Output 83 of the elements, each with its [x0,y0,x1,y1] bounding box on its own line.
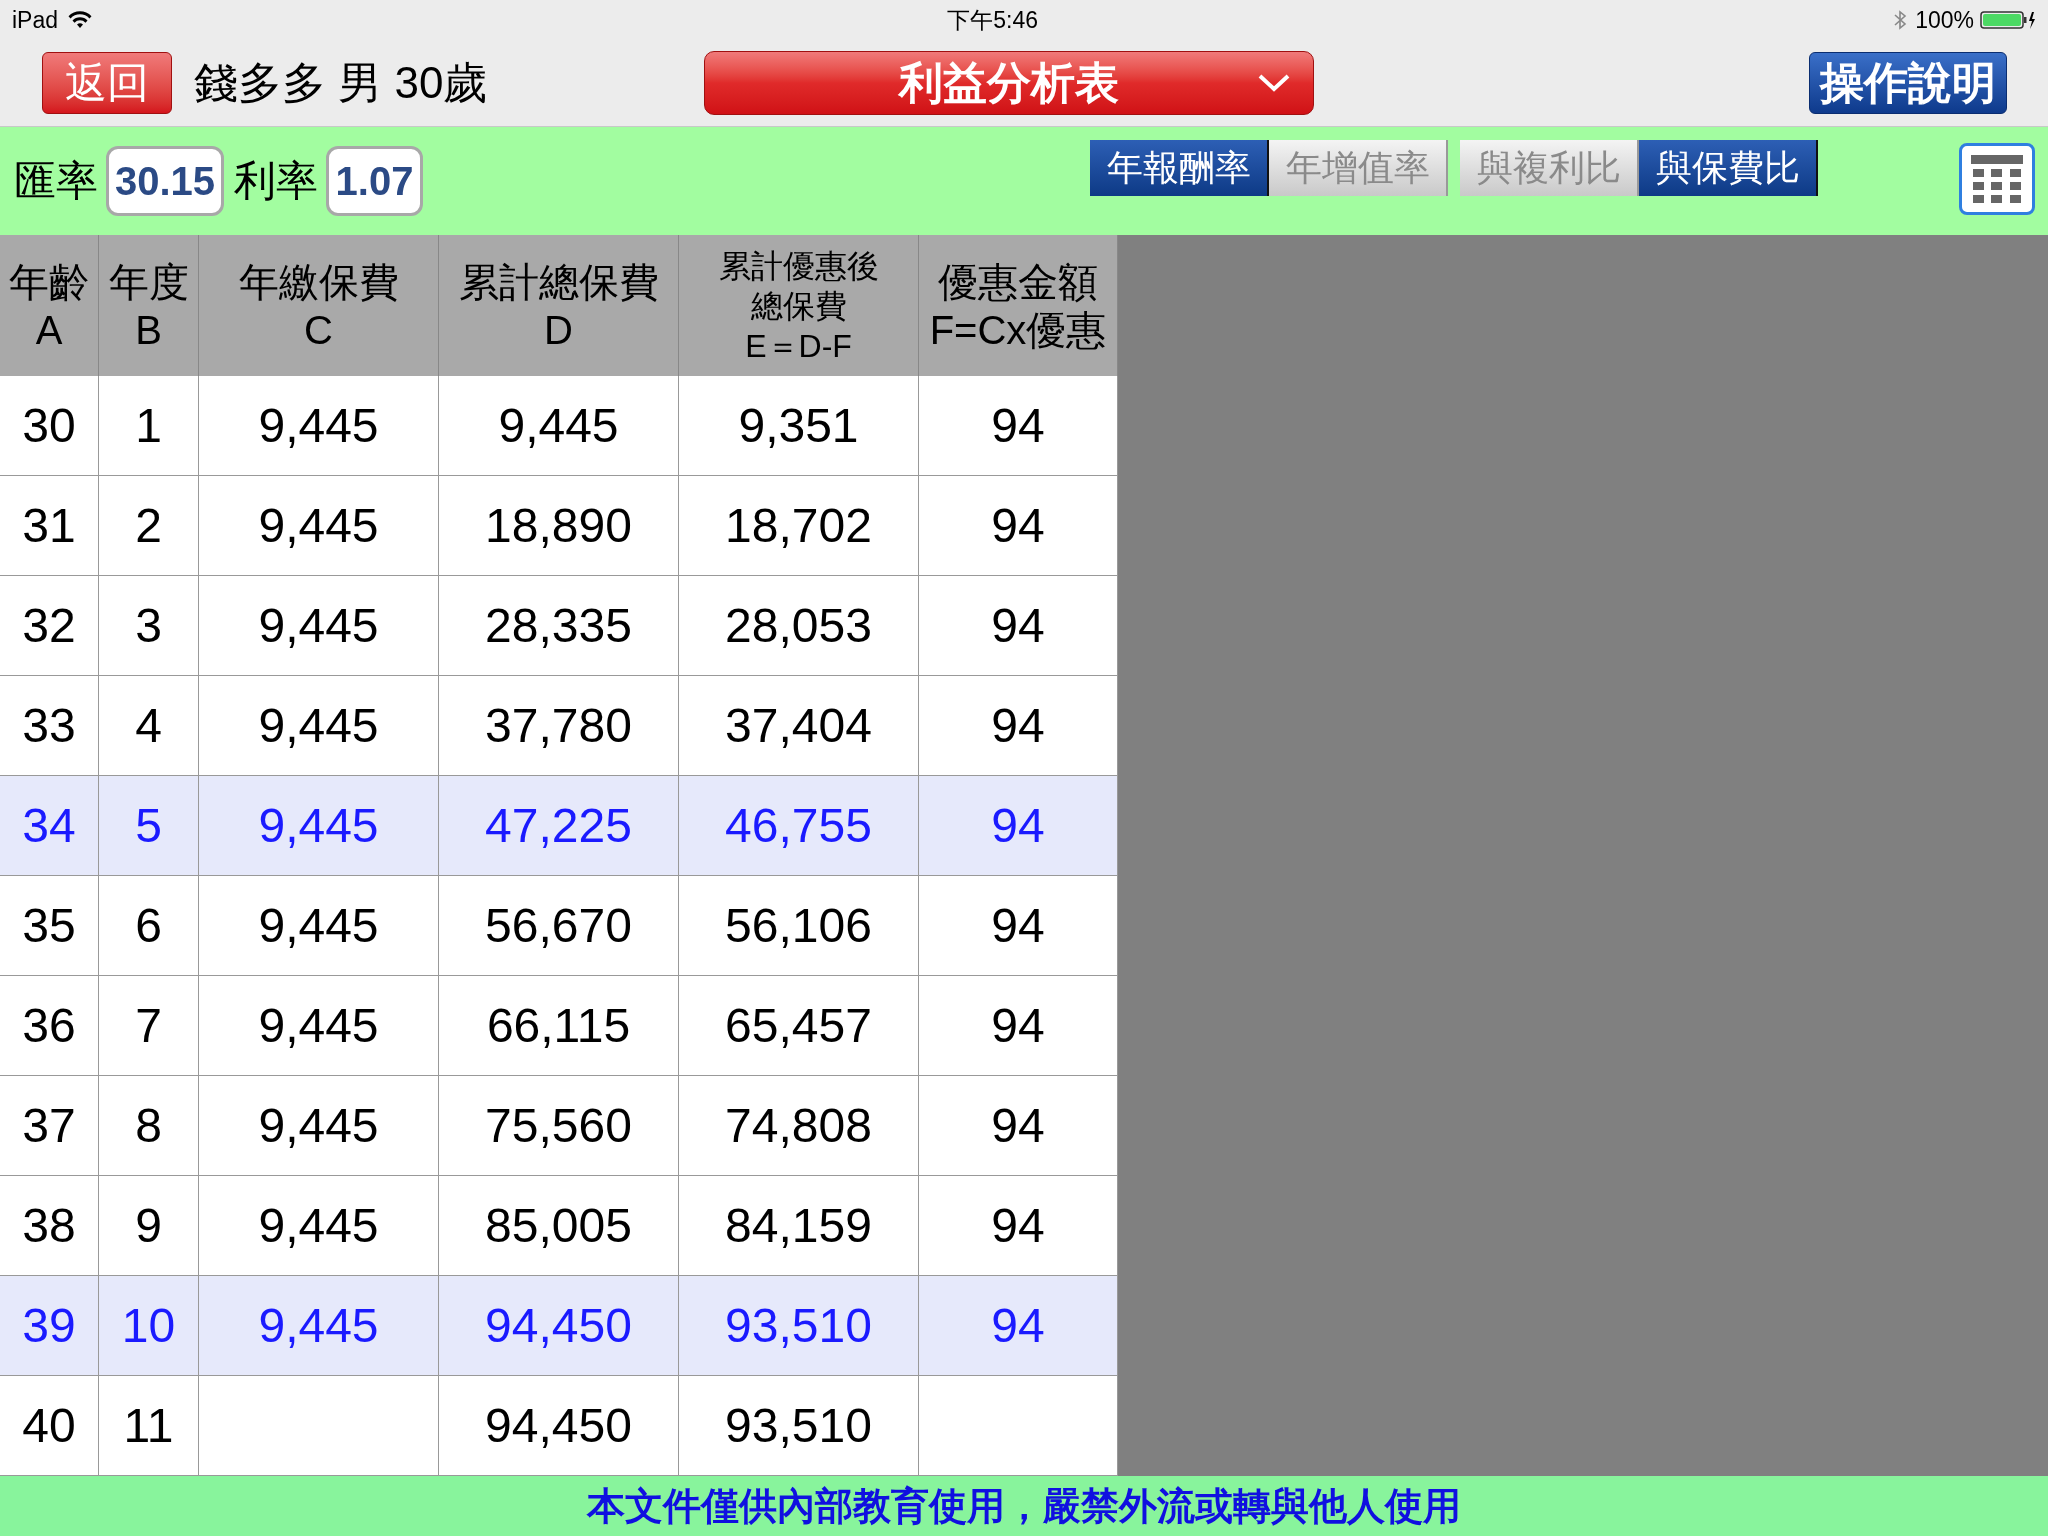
table-cell: 75,560 [439,1076,679,1175]
table-cell: 31 [0,476,99,575]
toggle-button[interactable]: 年報酬率 [1090,139,1269,196]
table-cell: 56,670 [439,876,679,975]
table-cell: 94 [919,476,1118,575]
table-cell: 9,445 [199,876,439,975]
table-cell: 10 [99,1276,199,1375]
table-cell: 9,445 [199,776,439,875]
table-cell: 9,445 [199,376,439,475]
clock-time: 下午5:46 [947,5,1038,35]
exchange-rate-label: 匯率 [14,156,98,207]
device-name: iPad [12,5,59,35]
table-cell: 37 [0,1076,99,1175]
table-cell: 9,445 [199,976,439,1075]
table-cell: 94,450 [439,1376,679,1475]
table-cell: 37,780 [439,676,679,775]
help-button[interactable]: 操作說明 [1809,51,2007,114]
table-cell: 94 [919,776,1118,875]
table-cell: 34 [0,776,99,875]
toggle-button[interactable]: 與保費比 [1639,139,1818,196]
table-cell: 94,450 [439,1276,679,1375]
table-cell: 5 [99,776,199,875]
table-cell: 1 [99,376,199,475]
table-cell: 6 [99,876,199,975]
table-cell: 93,510 [679,1376,919,1475]
table-cell: 94 [919,676,1118,775]
calculator-icon[interactable] [1959,142,2035,215]
footer-notice: 本文件僅供內部教育使用，嚴禁外流或轉與他人使用 [0,1476,2048,1536]
table-cell: 66,115 [439,976,679,1075]
table-cell: 94 [919,876,1118,975]
table-cell: 28,335 [439,576,679,675]
table-cell: 9,445 [199,476,439,575]
interest-rate-label: 利率 [234,156,318,207]
interest-rate-field[interactable]: 1.07 [326,145,423,216]
table-cell: 9,445 [199,676,439,775]
table-cell: 40 [0,1376,99,1475]
exchange-rate-field[interactable]: 30.15 [106,145,224,216]
table-cell: 85,005 [439,1176,679,1275]
table-cell: 18,702 [679,476,919,575]
table-cell: 38 [0,1176,99,1275]
table-cell: 28,053 [679,576,919,675]
chevron-down-icon [1257,72,1291,93]
table-cell: 4 [99,676,199,775]
table-cell: 9,445 [199,1276,439,1375]
battery-icon [1980,9,2036,30]
table-cell: 9,445 [199,1176,439,1275]
report-dropdown[interactable]: 利益分析表 [704,50,1314,115]
bluetooth-icon [1893,8,1908,31]
table-cell: 47,225 [439,776,679,875]
table-cell: 56,106 [679,876,919,975]
table-cell: 9,445 [199,576,439,675]
battery-percent: 100% [1915,5,1974,35]
wifi-icon [68,10,93,29]
table-cell: 84,159 [679,1176,919,1275]
table-cell: 9,445 [439,376,679,475]
table-cell: 7 [99,976,199,1075]
table-cell: 94 [919,1076,1118,1175]
table-cell: 94 [919,976,1118,1075]
table-cell: 65,457 [679,976,919,1075]
table-cell: 30 [0,376,99,475]
table-cell: 94 [919,376,1118,475]
table-cell: 33 [0,676,99,775]
table-cell: 36 [0,976,99,1075]
table-cell: 9,445 [199,1076,439,1175]
table-cell: 8 [99,1076,199,1175]
table-cell: 94 [919,576,1118,675]
table-cell: 18,890 [439,476,679,575]
table-cell: 37,404 [679,676,919,775]
table-cell: 2 [99,476,199,575]
table-cell: 46,755 [679,776,919,875]
table-cell: 11 [99,1376,199,1475]
back-button[interactable]: 返回 [42,51,172,114]
table-cell: 32 [0,576,99,675]
table-cell: 9 [99,1176,199,1275]
table-cell: 94 [919,1176,1118,1275]
table-cell: 93,510 [679,1276,919,1375]
table-cell: 74,808 [679,1076,919,1175]
client-info: 錢多多 男 30歲 [194,56,489,109]
table-cell: 94 [919,1276,1118,1375]
table-cell: 3 [99,576,199,675]
table-cell: 35 [0,876,99,975]
table-cell: 39 [0,1276,99,1375]
table-cell: 9,351 [679,376,919,475]
